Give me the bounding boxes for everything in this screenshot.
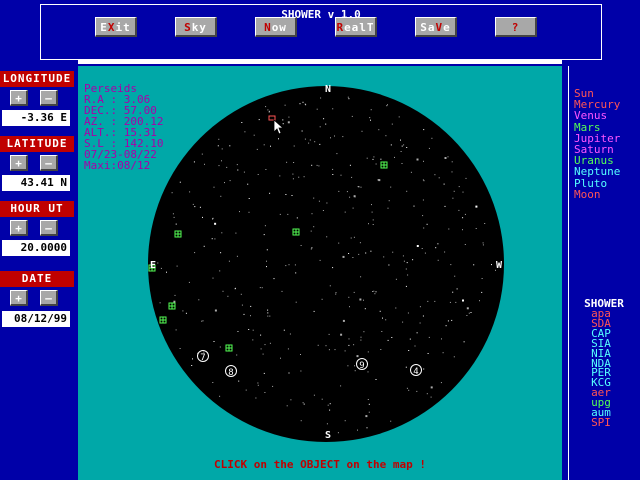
now-button[interactable]: Now bbox=[255, 17, 297, 37]
planet-item[interactable]: Neptune bbox=[574, 166, 620, 177]
hour-plus-button[interactable]: + bbox=[10, 220, 28, 236]
longitude-plus-button[interactable]: + bbox=[10, 90, 28, 106]
date-minus-button[interactable]: – bbox=[40, 290, 58, 306]
help-button[interactable]: ? bbox=[495, 17, 537, 37]
marker-9: 9 bbox=[359, 361, 364, 371]
longitude-label: LONGITUDE bbox=[0, 71, 74, 87]
separator bbox=[78, 60, 562, 64]
latitude-value[interactable]: 43.41 N bbox=[2, 175, 70, 191]
latitude-minus-button[interactable]: – bbox=[40, 155, 58, 171]
save-button[interactable]: SaVe bbox=[415, 17, 457, 37]
planet-item[interactable]: Moon bbox=[574, 189, 601, 200]
date-label: DATE bbox=[0, 271, 74, 287]
selected-object-info: Perseids R.A : 3.06 DEC.: 57.00 AZ. : 20… bbox=[84, 83, 163, 171]
latitude-label: LATITUDE bbox=[0, 136, 74, 152]
realtime-button[interactable]: RealT bbox=[335, 17, 377, 37]
planet-item[interactable]: Venus bbox=[574, 110, 607, 121]
marker-8: 8 bbox=[228, 368, 233, 378]
compass-west: W bbox=[496, 260, 503, 271]
hour-label: HOUR UT bbox=[0, 201, 74, 217]
longitude-value[interactable]: -3.36 E bbox=[2, 110, 70, 126]
marker-4: 4 bbox=[413, 367, 418, 377]
compass-south: S bbox=[325, 430, 331, 441]
exit-button[interactable]: EXit bbox=[95, 17, 137, 37]
sky-button[interactable]: Sky bbox=[175, 17, 217, 37]
compass-east: E bbox=[150, 260, 156, 271]
date-plus-button[interactable]: + bbox=[10, 290, 28, 306]
object-maxi: Maxi:08/12 bbox=[84, 159, 151, 172]
longitude-minus-button[interactable]: – bbox=[40, 90, 58, 106]
date-value[interactable]: 08/12/99 bbox=[2, 311, 70, 327]
compass-north: N bbox=[325, 84, 331, 95]
shower-item[interactable]: SPI bbox=[568, 417, 634, 428]
sky-disc bbox=[148, 86, 504, 442]
latitude-plus-button[interactable]: + bbox=[10, 155, 28, 171]
marker-7: 7 bbox=[200, 353, 205, 363]
hour-minus-button[interactable]: – bbox=[40, 220, 58, 236]
hint-text: CLICK on the OBJECT on the map ! bbox=[214, 458, 426, 471]
hour-value[interactable]: 20.0000 bbox=[2, 240, 70, 256]
